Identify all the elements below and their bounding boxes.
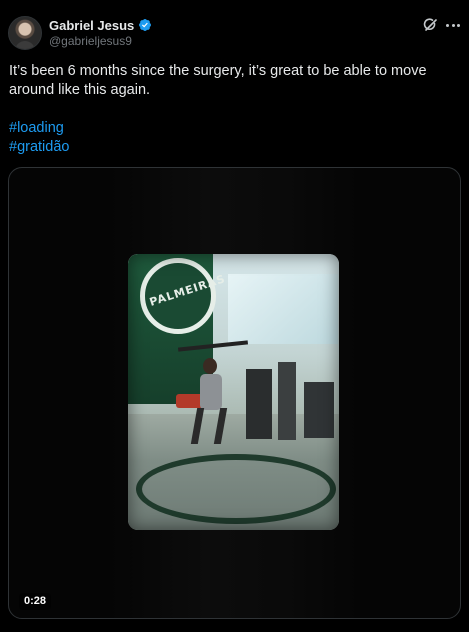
name-row: Gabriel Jesus xyxy=(49,18,152,33)
video-vignette xyxy=(128,254,339,530)
video-player[interactable]: PALMEIRAS xyxy=(8,167,461,619)
author-names: Gabriel Jesus @gabrieljesus9 xyxy=(49,18,152,49)
grok-icon[interactable] xyxy=(423,17,439,33)
avatar[interactable] xyxy=(8,16,42,50)
author-display-name[interactable]: Gabriel Jesus xyxy=(49,18,134,33)
hashtag-gratidao[interactable]: #gratidão xyxy=(9,138,69,157)
more-options-icon[interactable] xyxy=(446,17,460,33)
author-handle[interactable]: @gabrieljesus9 xyxy=(49,34,152,49)
tweet: Gabriel Jesus @gabrieljesus9 It’s been 6… xyxy=(0,0,469,632)
verified-badge-icon xyxy=(139,19,152,31)
tweet-text: It’s been 6 months since the surgery, it… xyxy=(9,63,427,98)
tweet-header: Gabriel Jesus @gabrieljesus9 xyxy=(8,16,152,50)
video-frame: PALMEIRAS xyxy=(128,254,339,530)
video-duration-badge: 0:28 xyxy=(19,593,52,610)
more-dot xyxy=(451,23,455,27)
more-dot xyxy=(457,23,460,27)
more-dot xyxy=(446,23,449,27)
hashtag-loading[interactable]: #loading xyxy=(9,119,64,138)
